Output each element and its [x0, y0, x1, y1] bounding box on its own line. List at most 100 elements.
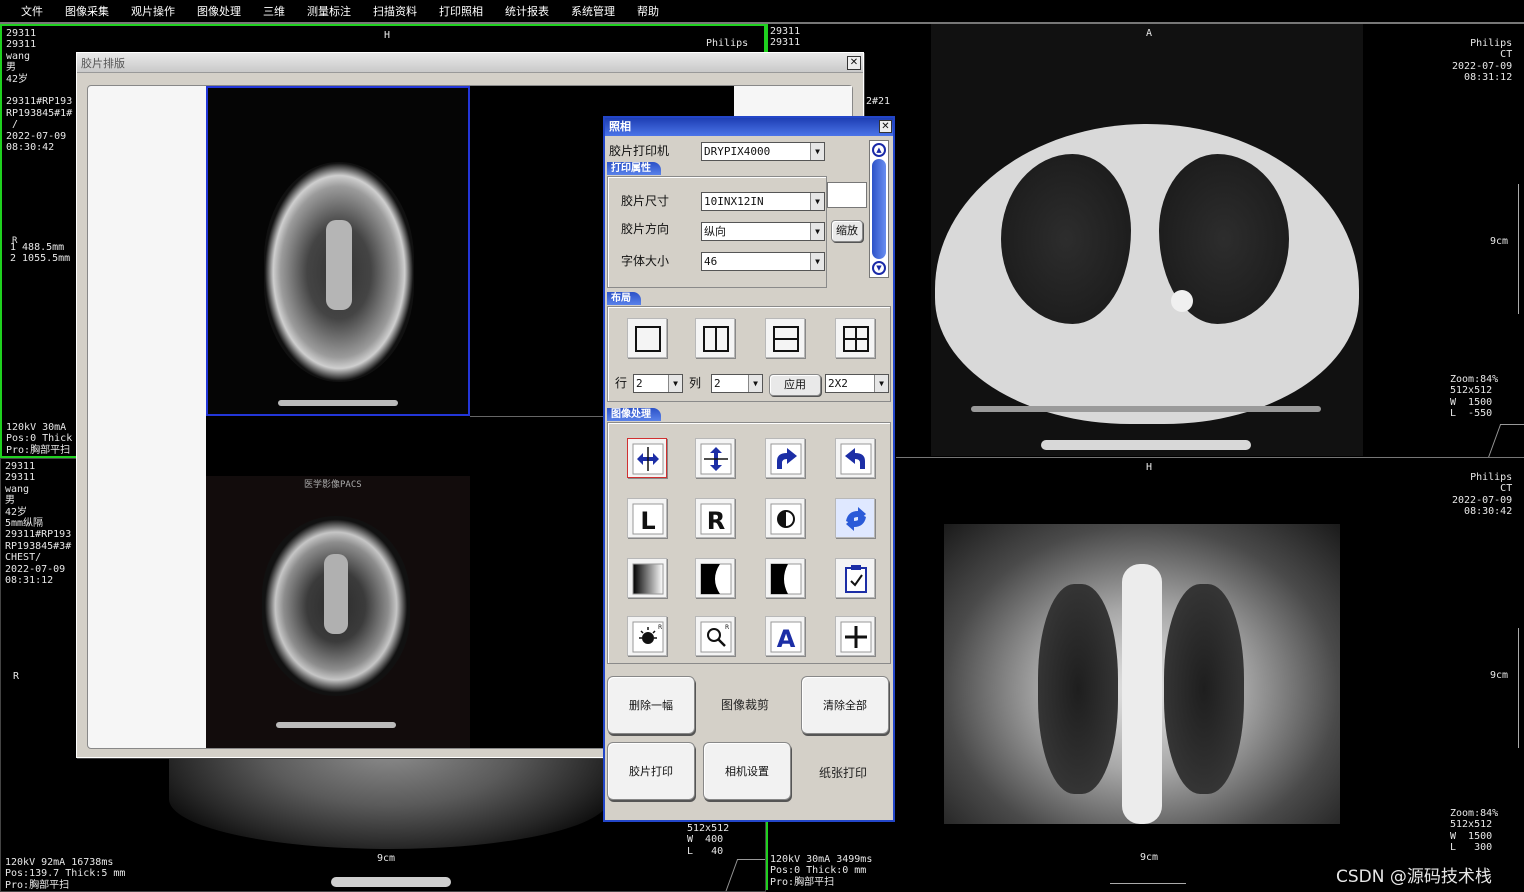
camera-settings-button[interactable]: 相机设置 [703, 742, 791, 800]
left-marker-icon[interactable]: L [627, 498, 667, 538]
zoom-info: Zoom:84% 512x512 W 1500 L -550 [1450, 374, 1499, 420]
patient-info: 29311 29311 wang 男 42岁 29311#RP193 RP193… [6, 28, 73, 154]
close-icon[interactable]: ✕ [847, 56, 861, 70]
grid-value: 2X2 [828, 377, 848, 390]
right-marker-icon[interactable]: R [695, 498, 735, 538]
manufacturer-info: Philips CT 2022-07-09 08:31:12 [1452, 38, 1513, 84]
rotate-left-icon[interactable] [835, 438, 875, 478]
chevron-down-icon: ▼ [874, 375, 888, 392]
layout-2x2-icon[interactable] [835, 318, 875, 358]
menu-acquire[interactable]: 图像采集 [65, 3, 109, 19]
invert-icon[interactable] [765, 498, 805, 538]
menu-view[interactable]: 观片操作 [131, 3, 175, 19]
patient-info: 29311 29311 [770, 26, 801, 49]
brightness-icon[interactable]: R [627, 616, 667, 656]
crop-button[interactable]: 图像裁剪 [721, 696, 769, 713]
svg-text:R: R [658, 624, 662, 631]
scroll-down-icon[interactable]: ▼ [872, 261, 886, 275]
film-frame-1[interactable] [206, 86, 470, 416]
column-label: 列 [689, 376, 702, 390]
ct-slice-image [169, 749, 609, 849]
scale-label: 9cm [377, 853, 396, 864]
chevron-down-icon: ▼ [810, 143, 824, 160]
font-size-select[interactable]: 46 ▼ [701, 252, 825, 271]
menu-help[interactable]: 帮助 [637, 3, 659, 19]
corner-mark [724, 859, 765, 891]
mask-right-icon[interactable] [765, 558, 805, 598]
menu-file[interactable]: 文件 [21, 3, 43, 19]
chevron-down-icon: ▼ [748, 375, 762, 392]
swap-icon[interactable] [835, 498, 875, 538]
scrollbar[interactable]: ▲ ▼ [869, 140, 889, 278]
film-frame-2[interactable]: 医学影像PACS [206, 476, 470, 748]
plus-icon[interactable] [835, 616, 875, 656]
size-label: 胶片尺寸 [621, 194, 670, 208]
menu-system[interactable]: 系统管理 [571, 3, 615, 19]
chest-xray-image [944, 524, 1340, 824]
film-dialog-titlebar[interactable]: 胶片排版 [77, 53, 863, 73]
mask-left-icon[interactable] [695, 558, 735, 598]
image-process-tab: 图像处理 [607, 408, 661, 421]
menu-scan[interactable]: 扫描资料 [373, 3, 417, 19]
printer-select[interactable]: DRYPIX4000 ▼ [701, 142, 825, 161]
film-watermark: 医学影像PACS [304, 480, 362, 490]
scale-label: 9cm [1490, 236, 1509, 247]
column-select[interactable]: 2 ▼ [711, 374, 763, 393]
chevron-down-icon: ▼ [810, 253, 824, 270]
menu-stats[interactable]: 统计报表 [505, 3, 549, 19]
svg-text:L: L [640, 507, 655, 535]
chevron-down-icon: ▼ [810, 193, 824, 210]
menu-measure[interactable]: 测量标注 [307, 3, 351, 19]
zoom-info: Zoom:84% 512x512 W 1500 L 300 [1450, 808, 1499, 854]
svg-text:R: R [725, 624, 729, 631]
orientation-label: A [1146, 28, 1153, 39]
font-size-value: 46 [704, 255, 718, 268]
orientation-select[interactable]: 纵向 ▼ [701, 222, 825, 241]
svg-text:R: R [707, 507, 725, 535]
chevron-down-icon: ▼ [668, 375, 682, 392]
scroll-up-icon[interactable]: ▲ [872, 143, 886, 157]
scale-label-bottom: 9cm [1140, 852, 1159, 863]
magnify-icon[interactable]: R [695, 616, 735, 656]
row-value: 2 [636, 377, 643, 390]
scale-label: 9cm [1490, 670, 1509, 681]
apply-button[interactable]: 应用 [769, 374, 821, 396]
grid-select[interactable]: 2X2 ▼ [825, 374, 889, 393]
clear-all-button[interactable]: 清除全部 [801, 676, 889, 734]
flip-horizontal-icon[interactable] [627, 438, 667, 478]
rotate-right-icon[interactable] [765, 438, 805, 478]
zoom-button[interactable]: 缩放 [831, 220, 863, 242]
gradient-icon[interactable] [627, 558, 667, 598]
text-annotation-icon[interactable]: A [765, 616, 805, 656]
manufacturer-label: Philips [706, 38, 749, 49]
row-select[interactable]: 2 ▼ [633, 374, 683, 393]
size-value: 10INX12IN [704, 195, 764, 208]
scan-info: 120kV 92mA 16738ms Pos:139.7 Thick:5 mm … [5, 857, 126, 891]
window-level: 512x512 W 400 L 40 [687, 823, 730, 857]
menu-image-process[interactable]: 图像处理 [197, 3, 241, 19]
photo-dialog: 照相 ✕ 胶片打印机 DRYPIX4000 ▼ ▲ ▼ 打印属性 胶片尺寸 10I… [603, 116, 895, 822]
close-icon[interactable]: ✕ [879, 120, 892, 133]
size-select[interactable]: 10INX12IN ▼ [701, 192, 825, 211]
layout-2x1-icon[interactable] [765, 318, 805, 358]
menu-print[interactable]: 打印照相 [439, 3, 483, 19]
layout-1x1-icon[interactable] [627, 318, 667, 358]
scroll-thumb[interactable] [872, 159, 886, 259]
viewport-bottom-right[interactable]: H Philips CT 2022-07-09 08:30:42 9cm 9cm… [896, 458, 1524, 892]
menu-3d[interactable]: 三维 [263, 3, 285, 19]
orientation-value: 纵向 [704, 225, 726, 238]
layout-1x2-icon[interactable] [695, 318, 735, 358]
clipboard-icon[interactable] [835, 558, 875, 598]
paper-print-button[interactable]: 纸张打印 [819, 764, 867, 781]
scale-bar-bottom [1110, 878, 1186, 884]
film-print-button[interactable]: 胶片打印 [607, 742, 695, 800]
orientation-field-label: 胶片方向 [621, 222, 670, 236]
photo-dialog-title: 照相 [609, 120, 631, 133]
scale-bar [1518, 184, 1520, 314]
corner-mark [1487, 424, 1524, 457]
viewport-top-right[interactable]: A Philips CT 2022-07-09 08:31:12 9cm Zoo… [896, 24, 1524, 458]
column-value: 2 [714, 377, 721, 390]
delete-one-button[interactable]: 删除一幅 [607, 676, 695, 734]
flip-vertical-icon[interactable] [695, 438, 735, 478]
photo-dialog-titlebar[interactable]: 照相 [605, 118, 893, 136]
